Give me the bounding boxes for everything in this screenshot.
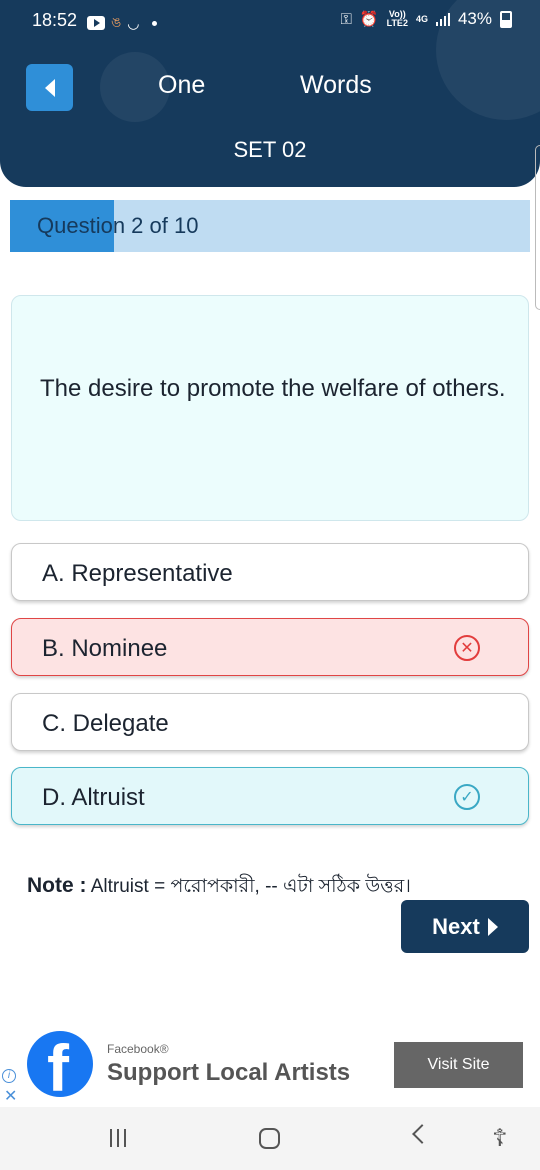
battery-percent: 43%: [457, 9, 492, 28]
progress-text: Question 2 of 10: [37, 213, 199, 238]
ad-advertiser: Facebook®: [107, 1042, 169, 1056]
signal-icon: [435, 12, 450, 26]
notification-icons: ঙ ◡: [87, 11, 157, 35]
question-progress-bar: Question 2 of 10: [10, 200, 530, 252]
option-label: D. Altruist: [42, 784, 145, 811]
smile-icon: ◡: [127, 14, 140, 31]
option-a[interactable]: A. Representative: [11, 543, 529, 601]
app-header: 18:52 ঙ ◡ ⚿ ⏰ Vo)) LTE2 4G 43% One Words…: [0, 0, 540, 187]
x-circle-icon: ✕: [454, 635, 480, 661]
network-type: 4G: [415, 13, 428, 24]
question-text: The desire to promote the welfare of oth…: [40, 375, 506, 402]
network-indicator: Vo)) LTE2: [387, 10, 408, 28]
option-label: A. Representative: [42, 560, 233, 587]
status-time: 18:52: [32, 10, 78, 30]
next-arrow-icon: [487, 917, 498, 936]
nav-back-icon[interactable]: [412, 1124, 432, 1144]
more-notifications-dot: [151, 20, 157, 26]
back-arrow-icon: [44, 78, 55, 97]
battery-icon: [500, 10, 512, 28]
option-b[interactable]: B. Nominee ✕: [11, 618, 529, 676]
youtube-icon: [87, 16, 105, 30]
recent-apps-icon[interactable]: [110, 1129, 126, 1147]
question-card: The desire to promote the welfare of oth…: [11, 295, 529, 521]
vpn-key-icon: ⚿: [340, 10, 352, 28]
next-label: Next: [432, 913, 480, 939]
home-icon[interactable]: [259, 1128, 280, 1149]
ad-banner[interactable]: i ✕ f Facebook® Support Local Artists Vi…: [0, 1015, 540, 1107]
app-notification-icon: ঙ: [111, 14, 122, 30]
accessibility-icon[interactable]: ☦: [492, 1124, 508, 1153]
system-nav-bar: ☦: [0, 1107, 540, 1170]
system-icons: ⚿ ⏰ Vo)) LTE2 4G 43%: [340, 9, 512, 29]
check-circle-icon: ✓: [454, 784, 480, 810]
title-part-two: Words: [300, 71, 372, 99]
facebook-logo-icon: f: [27, 1031, 93, 1097]
status-bar: 18:52 ঙ ◡ ⚿ ⏰ Vo)) LTE2 4G 43%: [0, 0, 540, 40]
ad-headline[interactable]: Support Local Artists: [107, 1059, 350, 1087]
set-label: SET 02: [233, 137, 307, 162]
ad-info-icon[interactable]: i: [2, 1069, 16, 1083]
edge-panel-handle[interactable]: [535, 145, 540, 310]
note-label: Note :: [27, 874, 87, 897]
back-button[interactable]: [26, 64, 73, 111]
answer-note: Note : Altruist = পরোপকারী, -- এটা সঠিক …: [27, 872, 411, 904]
quiz-screen: 18:52 ঙ ◡ ⚿ ⏰ Vo)) LTE2 4G 43% One Words…: [0, 0, 540, 1170]
title-part-one: One: [158, 71, 206, 99]
option-c[interactable]: C. Delegate: [11, 693, 529, 751]
note-text: Altruist = পরোপকারী, -- এটা সঠিক উত্তর।: [90, 876, 411, 897]
alarm-icon: ⏰: [359, 11, 379, 28]
next-button[interactable]: Next: [401, 900, 529, 953]
lte-label: LTE2: [386, 18, 408, 28]
option-d[interactable]: D. Altruist ✓: [11, 767, 529, 825]
ad-visit-site-button[interactable]: Visit Site: [394, 1042, 523, 1088]
option-label: B. Nominee: [42, 635, 168, 662]
option-label: C. Delegate: [42, 710, 169, 737]
ad-close-icon[interactable]: ✕: [4, 1086, 17, 1106]
